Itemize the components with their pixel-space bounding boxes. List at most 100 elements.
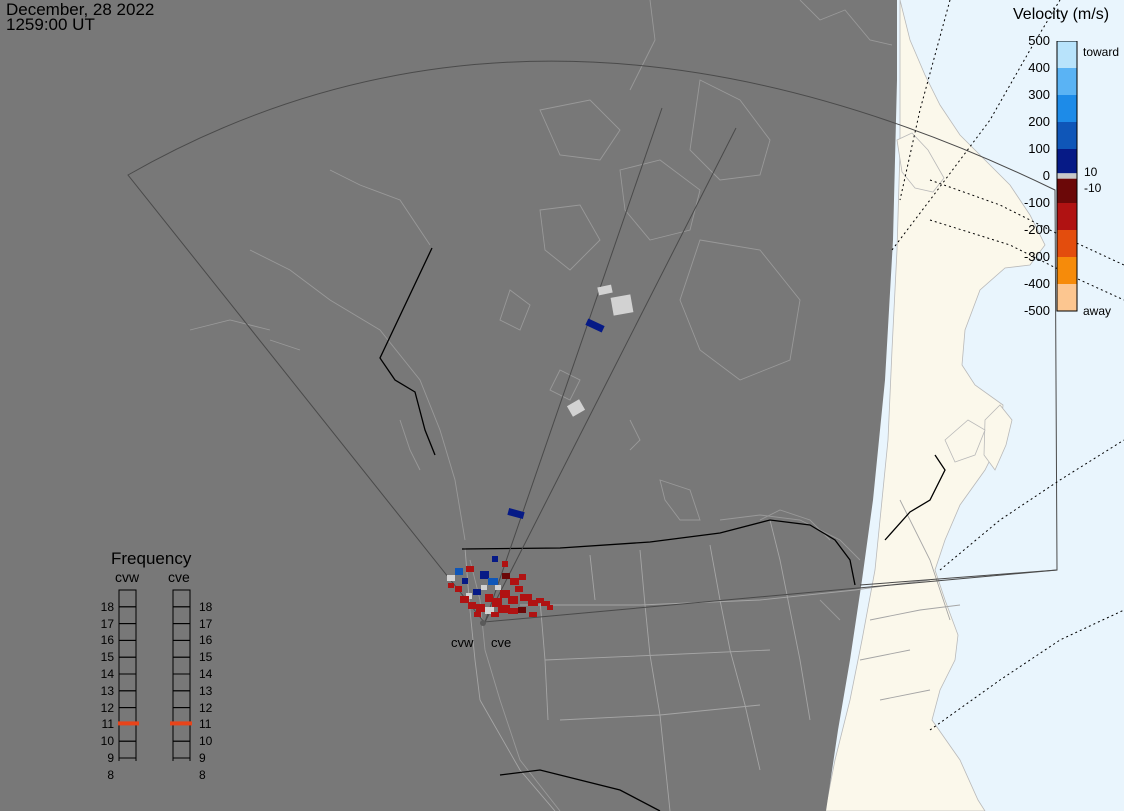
frequency-level-label: 10 bbox=[199, 734, 213, 749]
frequency-selected-marker bbox=[118, 721, 139, 726]
radar-return-cell bbox=[455, 568, 463, 575]
radar-return-cell bbox=[468, 602, 476, 609]
radar-return-cell bbox=[480, 571, 489, 579]
radar-return-cell bbox=[466, 566, 474, 572]
frequency-level-label: 16 bbox=[100, 633, 114, 648]
frequency-cell bbox=[118, 606, 137, 625]
colorbar-segment bbox=[1057, 149, 1077, 174]
velocity-tick-label: 400 bbox=[1028, 60, 1050, 75]
frequency-title: Frequency bbox=[111, 549, 192, 568]
frequency-selected-marker bbox=[170, 721, 192, 726]
velocity-tick-label: -100 bbox=[1023, 195, 1050, 210]
frequency-cell bbox=[118, 723, 137, 742]
velocity-near-zero-lower: -10 bbox=[1084, 181, 1102, 195]
frequency-cell bbox=[172, 606, 191, 625]
frequency-cell bbox=[172, 723, 191, 742]
frequency-cell bbox=[172, 673, 191, 692]
frequency-level-label: 13 bbox=[199, 683, 213, 698]
frequency-level-label: 17 bbox=[199, 616, 213, 631]
frequency-level-label: 8 bbox=[199, 767, 206, 782]
velocity-colorbar bbox=[1056, 41, 1078, 312]
frequency-level-label: 11 bbox=[101, 717, 114, 732]
frequency-cell bbox=[118, 623, 137, 641]
radar-return-cell bbox=[518, 607, 526, 613]
frequency-level-label: 9 bbox=[107, 751, 114, 765]
colorbar-segment bbox=[1057, 284, 1077, 311]
radar-return-cell bbox=[476, 604, 485, 612]
radar-return-cell bbox=[460, 596, 469, 603]
radar-return-cell bbox=[508, 608, 518, 614]
radar-return-cell bbox=[488, 578, 498, 585]
frequency-level-label: 17 bbox=[100, 616, 114, 631]
radar-return-cell bbox=[448, 583, 454, 588]
velocity-away-label: away bbox=[1083, 304, 1112, 318]
radar-return-cell bbox=[491, 612, 499, 617]
velocity-tick-label: 500 bbox=[1028, 33, 1050, 48]
radar-return-cell bbox=[529, 612, 537, 617]
frequency-level-label: 18 bbox=[199, 599, 213, 614]
frequency-level-label: 18 bbox=[100, 599, 114, 614]
frequency-level-label: 9 bbox=[199, 751, 206, 765]
frequency-cell bbox=[118, 757, 137, 761]
radar-return-cell bbox=[519, 574, 526, 580]
colorbar-segment bbox=[1057, 230, 1077, 257]
colorbar-segment bbox=[1057, 68, 1077, 95]
frequency-cell bbox=[172, 740, 191, 759]
colorbar-segment bbox=[1057, 173, 1077, 179]
frequency-level-label: 15 bbox=[199, 650, 213, 665]
velocity-tick-label: 0 bbox=[1042, 168, 1050, 183]
frequency-level-label: 14 bbox=[199, 667, 213, 681]
frequency-cell bbox=[118, 740, 137, 759]
frequency-cell bbox=[118, 639, 137, 658]
velocity-tick-label: -500 bbox=[1023, 303, 1050, 318]
time-label: 1259:00 UT bbox=[6, 15, 95, 34]
radar-return-cell bbox=[462, 578, 468, 584]
frequency-cell bbox=[118, 656, 137, 675]
frequency-level-label: 15 bbox=[100, 650, 114, 665]
frequency-level-label: 14 bbox=[100, 667, 114, 681]
frequency-cell bbox=[118, 589, 137, 608]
velocity-tick-label: -300 bbox=[1023, 249, 1050, 264]
radar-site-label-cvw: cvw bbox=[451, 635, 474, 650]
frequency-radar-cvw-label: cvw bbox=[115, 569, 140, 585]
frequency-bars bbox=[118, 589, 192, 761]
radar-return-cell bbox=[455, 586, 462, 592]
velocity-title: Velocity (m/s) bbox=[1013, 6, 1110, 23]
velocity-tick-label: 300 bbox=[1028, 87, 1050, 102]
radar-return-cell bbox=[610, 294, 634, 316]
colorbar-segment bbox=[1057, 203, 1077, 230]
frequency-level-label: 13 bbox=[100, 683, 114, 698]
frequency-level-label: 12 bbox=[199, 700, 213, 715]
frequency-cell bbox=[118, 690, 137, 709]
radar-return-cell bbox=[502, 573, 510, 579]
frequency-cell bbox=[172, 757, 191, 761]
radar-return-cell bbox=[502, 561, 508, 567]
frequency-level-label: 12 bbox=[100, 700, 114, 715]
frequency-cell bbox=[172, 589, 191, 608]
frequency-radar-cve-label: cve bbox=[168, 569, 190, 585]
radar-return-cell bbox=[495, 585, 501, 590]
radar-return-cell bbox=[481, 585, 487, 590]
radar-return-cell bbox=[510, 578, 519, 585]
radar-return-cell bbox=[515, 586, 523, 592]
radar-return-cell bbox=[473, 589, 481, 595]
radar-return-cell bbox=[492, 556, 498, 562]
radar-map-view: December, 28 2022 1259:00 UT Velocity (m… bbox=[0, 0, 1124, 811]
velocity-tick-label: 200 bbox=[1028, 114, 1050, 129]
radar-site-label-cve: cve bbox=[491, 635, 512, 650]
velocity-tick-label: -200 bbox=[1023, 222, 1050, 237]
radar-return-cell bbox=[547, 605, 553, 610]
radar-return-cell bbox=[485, 594, 493, 602]
velocity-near-zero-upper: 10 bbox=[1084, 165, 1098, 179]
frequency-cell bbox=[172, 623, 191, 641]
frequency-cell bbox=[172, 690, 191, 709]
frequency-cell bbox=[118, 673, 137, 692]
frequency-level-label: 10 bbox=[100, 734, 114, 749]
frequency-level-label: 11 bbox=[199, 717, 212, 732]
colorbar-segment bbox=[1057, 178, 1077, 203]
velocity-tick-label: -400 bbox=[1023, 276, 1050, 291]
frequency-cell bbox=[172, 656, 191, 675]
colorbar-segment bbox=[1057, 122, 1077, 149]
radar-return-cell bbox=[520, 594, 532, 601]
radar-return-cell bbox=[474, 612, 481, 617]
